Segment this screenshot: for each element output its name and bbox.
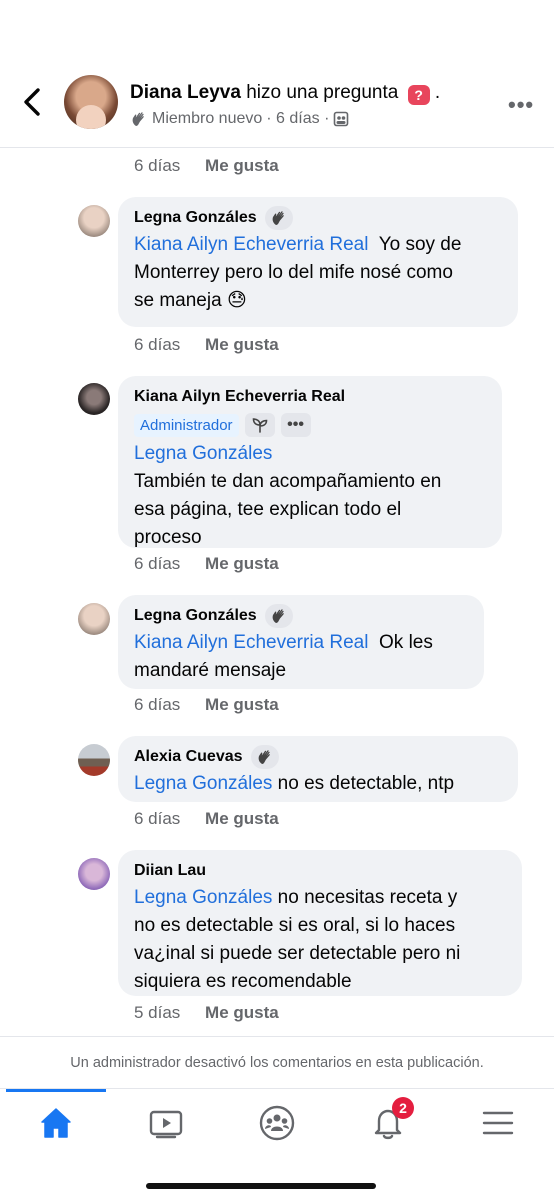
- post-header: Diana Leyva hizo una pregunta ? . Miembr…: [0, 0, 554, 148]
- comment-time: 6 días: [134, 156, 181, 175]
- tab-groups[interactable]: [247, 1103, 307, 1143]
- mention-link[interactable]: Kiana Ailyn Echeverria Real: [134, 234, 368, 255]
- comment-line: esa página, tee explican todo el: [134, 499, 402, 520]
- like-button[interactable]: Me gusta: [205, 335, 279, 354]
- comments-disabled-notice: Un administrador desactivó los comentari…: [0, 1036, 554, 1089]
- comment-time: 6 días: [134, 695, 181, 714]
- tab-home[interactable]: [26, 1103, 86, 1143]
- tab-video[interactable]: [136, 1103, 196, 1143]
- author-avatar[interactable]: [64, 75, 118, 129]
- comment-meta: 5 días Me gusta: [134, 1003, 279, 1023]
- comment-bubble: Alexia Cuevas Legna Gonzáles no es detec…: [118, 736, 518, 802]
- comment-line: También te dan acompañamiento en: [134, 471, 442, 492]
- wave-icon: [250, 745, 279, 769]
- comment-line: mandaré mensaje: [134, 660, 287, 681]
- mention-link[interactable]: Legna Gonzáles: [134, 773, 272, 794]
- comment-meta: 6 días Me gusta: [134, 156, 279, 176]
- comment-time: 5 días: [134, 1003, 181, 1022]
- comment-text: Legna Gonzáles no es detectable, ntp: [134, 770, 502, 798]
- home-indicator[interactable]: [146, 1183, 376, 1189]
- notifications-badge: 2: [392, 1097, 414, 1119]
- home-icon: [41, 1108, 71, 1138]
- admin-badge: Administrador: [134, 413, 239, 437]
- like-button[interactable]: Me gusta: [205, 695, 279, 714]
- mention-link[interactable]: Legna Gonzáles: [134, 443, 272, 464]
- avatar[interactable]: [78, 744, 110, 776]
- groups-icon: [259, 1105, 295, 1141]
- like-button[interactable]: Me gusta: [205, 156, 279, 175]
- avatar[interactable]: [78, 383, 110, 415]
- author-name[interactable]: Legna Gonzáles: [134, 607, 257, 625]
- group-icon: [334, 111, 349, 127]
- comment-author: Alexia Cuevas: [134, 745, 502, 769]
- like-button[interactable]: Me gusta: [205, 1003, 279, 1022]
- comment-time: 6 días: [134, 809, 181, 828]
- comment-author: Diian Lau: [134, 860, 506, 882]
- comment-bubble: Legna Gonzáles Kiana Ailyn Echeverria Re…: [118, 595, 484, 689]
- post-time: · 6 días ·: [266, 110, 330, 127]
- wave-icon: [264, 604, 293, 628]
- like-button[interactable]: Me gusta: [205, 809, 279, 828]
- mention-link[interactable]: Kiana Ailyn Echeverria Real: [134, 632, 368, 653]
- wave-icon: [132, 112, 144, 126]
- comment-bubble: Diian Lau Legna Gonzáles no necesitas re…: [118, 850, 522, 996]
- author-name[interactable]: Kiana Ailyn Echeverria Real: [134, 388, 345, 406]
- post-subtitle: Miembro nuevo · 6 días ·: [130, 110, 349, 128]
- comment-text: Kiana Ailyn Echeverria Real Yo soy de Mo…: [134, 231, 502, 315]
- comment-time: 6 días: [134, 335, 181, 354]
- comment-line: Yo soy de: [378, 234, 462, 255]
- post-title: Diana Leyva hizo una pregunta ? .: [130, 82, 440, 105]
- author-name[interactable]: Diian Lau: [134, 862, 206, 880]
- menu-icon: [482, 1111, 514, 1135]
- member-status: Miembro nuevo: [152, 110, 263, 127]
- avatar[interactable]: [78, 858, 110, 890]
- comment-meta: 6 días Me gusta: [134, 809, 279, 829]
- comment-line: proceso: [134, 527, 202, 548]
- badge-row: Administrador •••: [134, 412, 486, 438]
- comment-line: no es detectable si es oral, si lo haces: [134, 915, 456, 936]
- mention-link[interactable]: Legna Gonzáles: [134, 887, 272, 908]
- comment-line: Monterrey pero lo del mife nosé como: [134, 262, 453, 283]
- tab-menu[interactable]: [468, 1103, 528, 1143]
- author-name[interactable]: Legna Gonzáles: [134, 209, 257, 227]
- comment-text: Legna Gonzáles También te dan acompañami…: [134, 440, 486, 552]
- title-period: .: [434, 82, 441, 103]
- post-action-text: hizo una pregunta: [246, 82, 399, 103]
- comment-line: no necesitas receta y: [277, 887, 458, 908]
- author-name[interactable]: Alexia Cuevas: [134, 748, 243, 766]
- comment-text: Kiana Ailyn Echeverria Real Ok les manda…: [134, 629, 468, 685]
- comment-line: no es detectable, ntp: [277, 773, 455, 794]
- comment-line: se maneja 😓: [134, 290, 247, 311]
- comment-meta: 6 días Me gusta: [134, 554, 279, 574]
- comment-time: 6 días: [134, 554, 181, 573]
- comment-author: Legna Gonzáles: [134, 206, 502, 230]
- comment-author: Kiana Ailyn Echeverria Real: [134, 386, 486, 408]
- more-icon[interactable]: •••: [508, 92, 534, 118]
- avatar[interactable]: [78, 603, 110, 635]
- comment-bubble: Legna Gonzáles Kiana Ailyn Echeverria Re…: [118, 197, 518, 327]
- comment-meta: 6 días Me gusta: [134, 335, 279, 355]
- comment-line: Ok les: [379, 632, 433, 653]
- wave-icon: [264, 206, 293, 230]
- video-icon: [149, 1110, 183, 1139]
- back-icon: [24, 88, 40, 116]
- question-icon: ?: [407, 85, 430, 105]
- back-button[interactable]: [18, 84, 48, 120]
- comment-bubble: Kiana Ailyn Echeverria Real Administrado…: [118, 376, 502, 548]
- avatar[interactable]: [78, 205, 110, 237]
- active-tab-indicator: [6, 1089, 106, 1092]
- plant-icon: [244, 413, 275, 437]
- post-author-name[interactable]: Diana Leyva: [130, 82, 241, 103]
- more-icon[interactable]: •••: [280, 413, 311, 437]
- comment-line: va¿inal si puede ser detectable pero ni: [134, 943, 461, 964]
- comment-author: Legna Gonzáles: [134, 604, 468, 628]
- comment-line: siquiera es recomendable: [134, 971, 352, 992]
- comment-thread: 6 días Me gusta Legna Gonzáles Kiana Ail…: [0, 148, 554, 1036]
- like-button[interactable]: Me gusta: [205, 554, 279, 573]
- comment-meta: 6 días Me gusta: [134, 695, 279, 715]
- comment-text: Legna Gonzáles no necesitas receta y no …: [134, 884, 506, 996]
